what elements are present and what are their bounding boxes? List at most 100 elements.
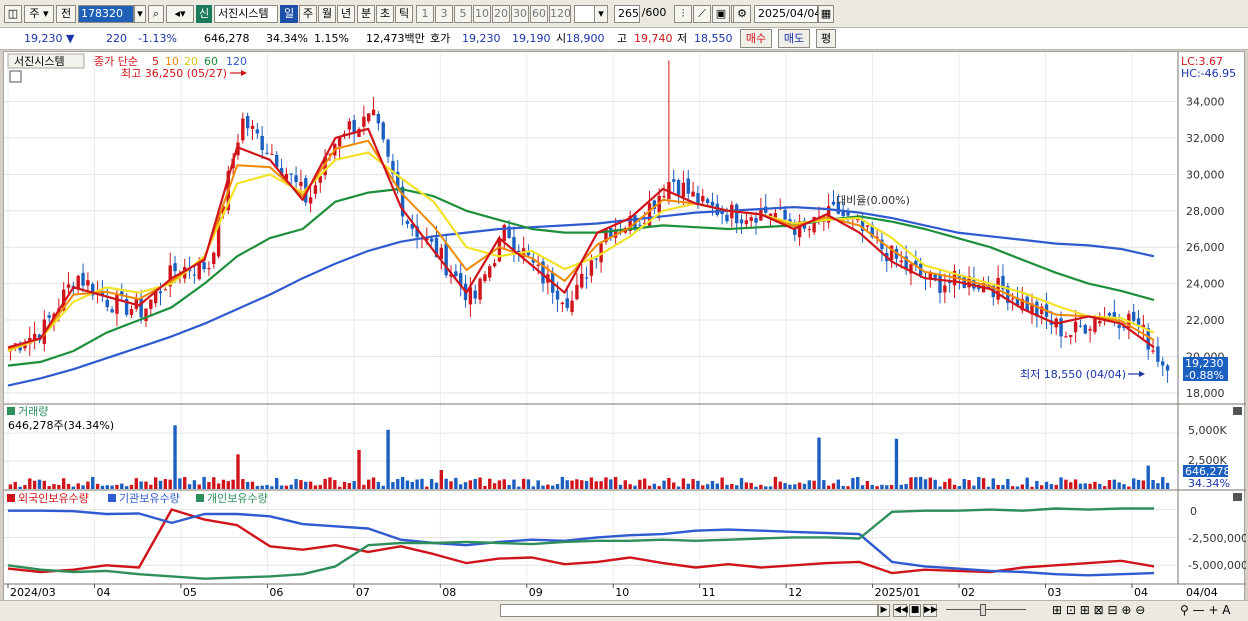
tool-icons[interactable]: ⊞ ⊡ ⊞ ⊠ ⊟ ⊕ ⊖	[1052, 603, 1145, 617]
volume-bar	[158, 480, 163, 489]
calendar-icon[interactable]: ▦	[818, 5, 834, 23]
period-second[interactable]: 초	[376, 5, 394, 23]
candle-body	[381, 122, 385, 140]
volume-bar	[1078, 483, 1083, 489]
minute-3[interactable]: 3	[435, 5, 453, 23]
type-dropdown[interactable]: 주 ▾	[24, 5, 54, 23]
date-input[interactable]: 2025/04/04	[754, 5, 821, 23]
type-dropdown-label: 주	[29, 7, 40, 20]
candle-body	[149, 299, 153, 309]
candle-body	[749, 217, 753, 221]
candle-body	[1107, 313, 1112, 316]
code-dropdown-icon[interactable]: ▾	[134, 5, 146, 23]
volume-bar	[880, 484, 884, 489]
volume-bar	[662, 480, 666, 489]
minute-120[interactable]: 120	[549, 5, 571, 23]
volume-bar	[371, 477, 376, 489]
prev-button[interactable]: 전	[56, 5, 76, 23]
stop-icon[interactable]: ■	[909, 604, 921, 617]
period-tick[interactable]: 틱	[395, 5, 413, 23]
volume-bar	[323, 478, 327, 489]
minute-20[interactable]: 20	[492, 5, 510, 23]
volume-bar	[507, 485, 511, 489]
volume-bar	[318, 484, 322, 489]
volume-bar	[749, 482, 753, 489]
candle-type-icon[interactable]: ⫶	[674, 5, 692, 23]
volume-bar	[178, 478, 182, 489]
eval-button[interactable]: 평	[816, 29, 836, 48]
foreign-label: 외국인보유수량	[18, 492, 89, 505]
volume-bar	[885, 485, 889, 489]
volume-bar	[1049, 484, 1054, 489]
stock-code-input[interactable]: 178320	[78, 5, 134, 23]
volume-bar	[192, 480, 197, 489]
volume-bar	[473, 478, 477, 489]
save-icon[interactable]: ▣	[712, 5, 730, 23]
volume-bar	[86, 481, 90, 489]
zoom-slider-track[interactable]	[946, 609, 1026, 610]
zoom-icons[interactable]: ⚲ — + A	[1180, 603, 1231, 617]
period-year[interactable]: 년	[337, 5, 355, 23]
bottom-scrollbar[interactable]: ▶ ◀◀ ■ ▶▶ ⊞ ⊡ ⊞ ⊠ ⊟ ⊕ ⊖ ⚲ — + A	[0, 600, 1248, 621]
minute-30[interactable]: 30	[511, 5, 529, 23]
volume-bar	[526, 479, 531, 489]
count-input[interactable]: 265	[614, 5, 640, 23]
volume-bar	[701, 485, 705, 489]
sell-button[interactable]: 매도	[778, 29, 810, 48]
new-badge[interactable]: 신	[196, 5, 212, 23]
volume-close-icon[interactable]	[1233, 407, 1242, 415]
volume-bar	[284, 485, 289, 489]
candle-body	[672, 179, 676, 182]
x-tick-label: 10	[615, 586, 629, 599]
custom-period-dropdown-icon[interactable]: ▾	[594, 5, 608, 23]
period-week[interactable]: 주	[299, 5, 317, 23]
period-month[interactable]: 월	[318, 5, 336, 23]
volume-bar	[710, 480, 715, 489]
candle-body	[308, 197, 313, 204]
current-pct-tag-text: -0.88%	[1185, 369, 1224, 382]
candle-body	[783, 209, 787, 220]
zoom-slider-thumb[interactable]	[980, 604, 986, 616]
candle-body	[570, 300, 574, 312]
minute-60[interactable]: 60	[530, 5, 548, 23]
volume-bar	[686, 483, 690, 489]
minute-10[interactable]: 10	[473, 5, 491, 23]
candle-body	[294, 175, 298, 183]
window-menu-icon[interactable]: ◫	[4, 5, 22, 23]
buy-button[interactable]: 매수	[740, 29, 772, 48]
forward-icon[interactable]: ▶▶	[923, 604, 938, 617]
minute-1[interactable]: 1	[416, 5, 434, 23]
candle-body	[754, 218, 758, 223]
search-icon[interactable]: ⌕	[148, 5, 164, 23]
low-annotation: 최저 18,550 (04/04)	[1020, 368, 1126, 381]
candle-body	[245, 115, 250, 129]
candle-body	[899, 260, 903, 263]
candle-body	[492, 263, 497, 267]
holding-close-icon[interactable]	[1233, 493, 1242, 501]
sound-icon[interactable]: ◂▾	[166, 5, 194, 23]
volume-bar	[546, 484, 550, 489]
scroll-track[interactable]	[500, 604, 878, 617]
volume-bar	[468, 480, 473, 489]
table-toggle-icon[interactable]	[9, 70, 22, 83]
rewind-icon[interactable]: ◀◀	[893, 604, 908, 617]
volume-bar	[512, 479, 516, 489]
volume-bar	[923, 479, 928, 489]
candle-body	[367, 113, 371, 122]
period-minute[interactable]: 분	[357, 5, 375, 23]
candle-body	[66, 284, 71, 288]
chart-area[interactable]: 서진시스템 종가 단순 5 10 20 60 120 최고 36,250 (05…	[3, 51, 1248, 602]
candle-body	[212, 252, 216, 265]
volume-sub: 646,278주(34.34%)	[8, 419, 114, 432]
gear-icon[interactable]: ⚙	[733, 5, 751, 23]
period-day[interactable]: 일	[280, 5, 298, 23]
volume-bar	[183, 477, 187, 489]
scroll-right-icon[interactable]: ▶	[878, 604, 890, 617]
volume-bar	[250, 481, 255, 489]
draw-tool-icon[interactable]: ⟋	[693, 5, 711, 23]
chart-svg[interactable]: 서진시스템 종가 단순 5 10 20 60 120 최고 36,250 (05…	[4, 52, 1248, 602]
inst-indicator-icon	[108, 494, 116, 502]
minute-5[interactable]: 5	[454, 5, 472, 23]
change-percent: -1.13%	[138, 32, 177, 45]
volume-bar	[502, 479, 506, 489]
